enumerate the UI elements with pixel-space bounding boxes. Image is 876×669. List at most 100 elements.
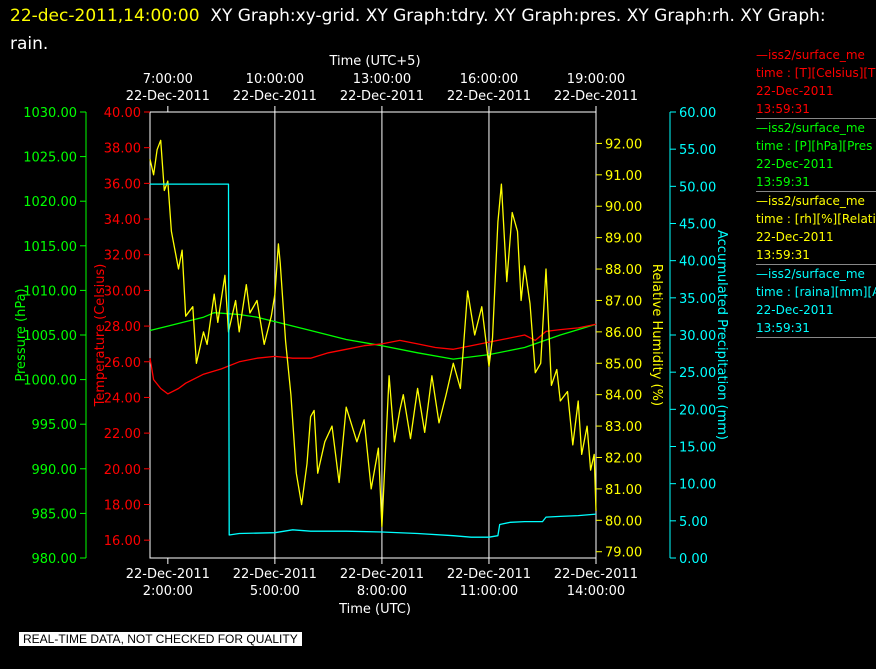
precip-tick-label: 60.00 <box>679 106 716 121</box>
pressure-tick-label: 1030.00 <box>23 106 77 121</box>
legend-entry-line2: time : [rh][%][Relati <box>756 212 876 226</box>
x-axis-label-top: Time (UTC+5) <box>328 54 420 69</box>
temperature-tick-label: 40.00 <box>104 106 141 121</box>
x-tick-label-top-date: 22-Dec-2011 <box>340 89 424 104</box>
temperature-tick-label: 34.00 <box>104 213 141 228</box>
humidity-tick-label: 85.00 <box>605 357 642 372</box>
humidity-axis-label: Relative Humidity (%) <box>649 264 664 406</box>
legend-entry-line1: —iss2/surface_me <box>756 48 865 62</box>
legend-entry: —iss2/surface_metime : [T][Celsius][T 22-… <box>756 46 876 119</box>
humidity-tick-label: 88.00 <box>605 263 642 278</box>
temperature-tick-label: 26.00 <box>104 356 141 371</box>
xy-chart: 22-Dec-2011 2:00:00 22-Dec-2011 5:00:00 22-D… <box>14 54 729 617</box>
temperature-tick-label: 38.00 <box>104 142 141 157</box>
x-tick-label-top-date: 22-Dec-2011 <box>554 89 638 104</box>
temperature-axis-label: Temperature (Celsius) <box>93 264 108 408</box>
precip-series-line <box>150 183 597 538</box>
humidity-tick-label: 87.00 <box>605 294 642 309</box>
legend-entry: —iss2/surface_metime : [rh][%][Relati 22-… <box>756 192 876 265</box>
humidity-tick-label: 92.00 <box>605 137 642 152</box>
x-tick-label-bottom-date: 22-Dec-2011 <box>126 567 210 582</box>
humidity-tick-label: 83.00 <box>605 420 642 435</box>
legend-entry-date: 22-Dec-2011 <box>756 230 834 244</box>
legend-entry-line2: time : [P][hPa][Pres <box>756 139 873 153</box>
x-tick-label-bottom-time: 2:00:00 <box>143 584 193 599</box>
legend-entry-line2: time : [raina][mm][A <box>756 285 876 299</box>
quality-notice: REAL-TIME DATA, NOT CHECKED FOR QUALITY <box>19 632 302 646</box>
humidity-tick-label: 86.00 <box>605 326 642 341</box>
pressure-tick-label: 1020.00 <box>23 195 77 210</box>
temperature-series-line <box>149 323 597 395</box>
humidity-tick-label: 81.00 <box>605 483 642 498</box>
humidity-tick-label: 89.00 <box>605 232 642 247</box>
precip-tick-label: 40.00 <box>679 255 716 270</box>
precip-tick-label: 30.00 <box>679 329 716 344</box>
x-tick-label-top-time: 16:00:00 <box>460 72 518 87</box>
x-tick-label-bottom-date: 22-Dec-2011 <box>554 567 638 582</box>
humidity-tick-label: 79.00 <box>605 546 642 561</box>
pressure-tick-label: 990.00 <box>32 463 78 478</box>
precip-tick-label: 0.00 <box>679 552 708 567</box>
pressure-tick-label: 1025.00 <box>23 151 77 166</box>
x-axis-label-bottom: Time (UTC) <box>338 602 411 617</box>
temperature-tick-label: 36.00 <box>104 177 141 192</box>
x-tick-label-top-time: 13:00:00 <box>353 72 411 87</box>
humidity-tick-label: 82.00 <box>605 451 642 466</box>
precip-tick-label: 15.00 <box>679 441 716 456</box>
precip-tick-label: 50.00 <box>679 180 716 195</box>
humidity-tick-label: 80.00 <box>605 514 642 529</box>
plot-frame <box>149 111 597 559</box>
legend-entry-time: 13:59:31 <box>756 102 810 116</box>
x-tick-label-top-date: 22-Dec-2011 <box>447 89 531 104</box>
legend-entry-date: 22-Dec-2011 <box>756 303 834 317</box>
temperature-tick-label: 30.00 <box>104 284 141 299</box>
legend-entry-time: 13:59:31 <box>756 175 810 189</box>
precip-tick-label: 55.00 <box>679 143 716 158</box>
pressure-tick-label: 1015.00 <box>23 240 77 255</box>
precip-tick-label: 25.00 <box>679 366 716 381</box>
precip-tick-label: 45.00 <box>679 218 716 233</box>
pressure-tick-label: 1010.00 <box>23 284 77 299</box>
legend-entry-line1: —iss2/surface_me <box>756 194 865 208</box>
x-tick-label-top-time: 19:00:00 <box>567 72 625 87</box>
x-tick-label-bottom-time: 14:00:00 <box>567 584 625 599</box>
legend-entry-line2: time : [T][Celsius][T <box>756 66 876 80</box>
precip-tick-label: 35.00 <box>679 292 716 307</box>
temperature-tick-label: 20.00 <box>104 463 141 478</box>
temperature-tick-label: 22.00 <box>104 427 141 442</box>
legend-entry-line1: —iss2/surface_me <box>756 267 865 281</box>
pressure-tick-label: 985.00 <box>32 507 78 522</box>
legend: —iss2/surface_me time : [T][Celsius][T 22-… <box>756 46 876 338</box>
temperature-tick-label: 32.00 <box>104 249 141 264</box>
humidity-series-line <box>149 139 597 528</box>
x-tick-label-bottom-time: 5:00:00 <box>250 584 300 599</box>
legend-entry-time: 13:59:31 <box>756 248 810 262</box>
legend-entry: —iss2/surface_metime : [P][hPa][Pres 22-D… <box>756 119 876 192</box>
x-tick-label-top-date: 22-Dec-2011 <box>126 89 210 104</box>
pressure-axis-label: Pressure (hPa) <box>14 288 29 381</box>
temperature-tick-label: 24.00 <box>104 391 141 406</box>
humidity-tick-label: 84.00 <box>605 389 642 404</box>
pressure-tick-label: 995.00 <box>32 418 78 433</box>
pressure-tick-label: 1005.00 <box>23 329 77 344</box>
humidity-tick-label: 91.00 <box>605 169 642 184</box>
x-tick-label-bottom-time: 8:00:00 <box>357 584 407 599</box>
precip-tick-label: 10.00 <box>679 478 716 493</box>
humidity-tick-label: 90.00 <box>605 200 642 215</box>
x-tick-label-top-date: 22-Dec-2011 <box>233 89 317 104</box>
temperature-tick-label: 18.00 <box>104 498 141 513</box>
x-tick-label-bottom-date: 22-Dec-2011 <box>340 567 424 582</box>
precip-tick-label: 5.00 <box>679 515 708 530</box>
temperature-tick-label: 28.00 <box>104 320 141 335</box>
legend-entry: —iss2/surface_metime : [raina][mm][A 22-D… <box>756 265 876 338</box>
x-tick-label-bottom-time: 11:00:00 <box>460 584 518 599</box>
pressure-tick-label: 1000.00 <box>23 374 77 389</box>
x-tick-label-bottom-date: 22-Dec-2011 <box>233 567 317 582</box>
legend-entry-time: 13:59:31 <box>756 321 810 335</box>
legend-entry-date: 22-Dec-2011 <box>756 84 834 98</box>
pressure-tick-label: 980.00 <box>32 552 78 567</box>
x-tick-label-top-time: 7:00:00 <box>143 72 193 87</box>
legend-entry-line1: —iss2/surface_me <box>756 121 865 135</box>
precip-tick-label: 20.00 <box>679 403 716 418</box>
legend-entry-date: 22-Dec-2011 <box>756 157 834 171</box>
